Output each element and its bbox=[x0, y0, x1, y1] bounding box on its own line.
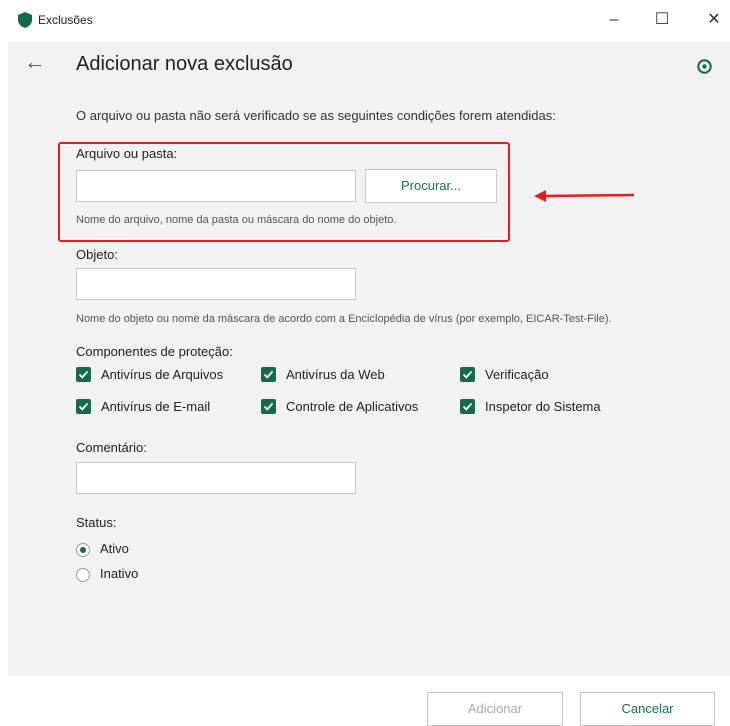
checkbox-label: Antivírus de E-mail bbox=[101, 399, 211, 415]
window-titlebar: Exclusões – ☐ ✕ bbox=[0, 0, 730, 40]
radio-selected-icon[interactable] bbox=[76, 542, 90, 557]
checkbox-web-antivirus[interactable]: Antivírus da Web bbox=[261, 366, 385, 384]
highlight-box bbox=[58, 142, 510, 242]
close-button[interactable]: ✕ bbox=[694, 8, 730, 32]
intro-text: O arquivo ou pasta não será verificado s… bbox=[76, 108, 556, 123]
checkbox-label: Antivírus da Web bbox=[286, 367, 385, 383]
add-button[interactable]: Adicionar bbox=[427, 692, 563, 726]
checkbox-label: Antivírus de Arquivos bbox=[101, 367, 224, 383]
comment-label: Comentário: bbox=[76, 440, 147, 455]
checkbox-app-control[interactable]: Controle de Aplicativos bbox=[261, 398, 418, 416]
kaspersky-shield-icon bbox=[18, 12, 32, 28]
checkbox-file-antivirus[interactable]: Antivírus de Arquivos bbox=[76, 366, 223, 384]
radio-active[interactable]: Ativo bbox=[76, 541, 129, 557]
object-hint: Nome do objeto ou nome da máscara de aco… bbox=[76, 313, 612, 325]
checkbox-checked-icon[interactable] bbox=[76, 367, 91, 383]
object-input[interactable] bbox=[76, 268, 356, 300]
checkbox-label: Inspetor do Sistema bbox=[485, 399, 601, 415]
minimize-button[interactable]: – bbox=[594, 8, 634, 32]
back-arrow-icon[interactable]: ← bbox=[24, 50, 46, 74]
comment-input[interactable] bbox=[76, 462, 356, 494]
object-label: Objeto: bbox=[76, 247, 118, 262]
radio-unselected-icon[interactable] bbox=[76, 567, 90, 582]
annotation-arrow-icon bbox=[534, 190, 635, 202]
checkbox-system-watcher[interactable]: Inspetor do Sistema bbox=[460, 398, 601, 416]
components-label: Componentes de proteção: bbox=[76, 344, 233, 359]
checkbox-checked-icon[interactable] bbox=[460, 367, 475, 383]
checkbox-label: Controle de Aplicativos bbox=[286, 399, 419, 415]
checkbox-label: Verificação bbox=[485, 367, 549, 383]
maximize-button[interactable]: ☐ bbox=[642, 8, 682, 32]
checkbox-checked-icon[interactable] bbox=[76, 399, 91, 415]
page-title: Adicionar nova exclusão bbox=[76, 53, 293, 75]
radio-label: Ativo bbox=[100, 541, 129, 556]
radio-label: Inativo bbox=[100, 566, 139, 581]
checkbox-checked-icon[interactable] bbox=[460, 399, 475, 415]
help-icon[interactable] bbox=[697, 59, 712, 74]
radio-inactive[interactable]: Inativo bbox=[76, 566, 138, 582]
checkbox-checked-icon[interactable] bbox=[261, 367, 276, 383]
window-title: Exclusões bbox=[38, 13, 93, 27]
cancel-button[interactable]: Cancelar bbox=[580, 692, 715, 726]
checkbox-checked-icon[interactable] bbox=[261, 399, 276, 415]
status-label: Status: bbox=[76, 515, 117, 530]
checkbox-scan[interactable]: Verificação bbox=[460, 366, 549, 384]
checkbox-mail-antivirus[interactable]: Antivírus de E-mail bbox=[76, 398, 210, 416]
